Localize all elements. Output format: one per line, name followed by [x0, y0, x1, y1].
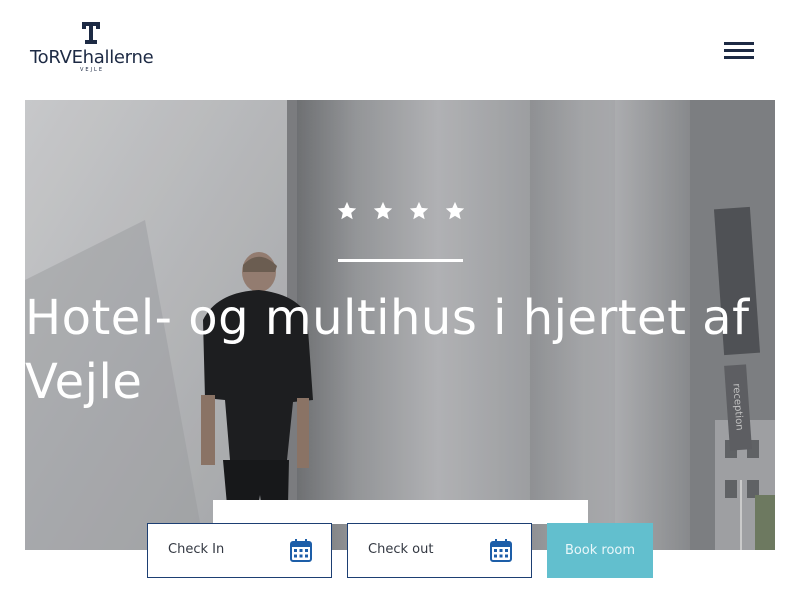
brand-name: ToRVEhallerne	[30, 47, 154, 68]
star-icon	[337, 201, 357, 220]
hero-divider	[338, 259, 463, 262]
check-in-label: Check In	[168, 542, 225, 557]
star-icon	[373, 201, 393, 220]
star-icon	[409, 201, 429, 220]
logo-mark-icon	[82, 22, 100, 44]
calendar-icon[interactable]	[490, 538, 512, 562]
star-icon	[445, 201, 465, 220]
book-room-button[interactable]: Book room	[547, 523, 653, 578]
site-header: ToRVEhallerne VEJLE	[0, 0, 800, 100]
check-in-field[interactable]: Check In	[147, 523, 332, 578]
hamburger-menu-icon[interactable]	[722, 40, 756, 62]
check-out-label: Check out	[368, 542, 434, 557]
brand-subtitle: VEJLE	[80, 67, 104, 73]
brand-logo[interactable]: ToRVEhallerne VEJLE	[30, 22, 155, 76]
calendar-icon[interactable]	[290, 538, 312, 562]
hero-banner: hotel reception Hotel- og multihus i hje…	[25, 100, 775, 550]
star-rating	[336, 200, 466, 224]
booking-panel-tab	[213, 500, 588, 524]
hero-title: Hotel- og multihus i hjertet af Vejle	[25, 290, 750, 410]
check-out-field[interactable]: Check out	[347, 523, 532, 578]
